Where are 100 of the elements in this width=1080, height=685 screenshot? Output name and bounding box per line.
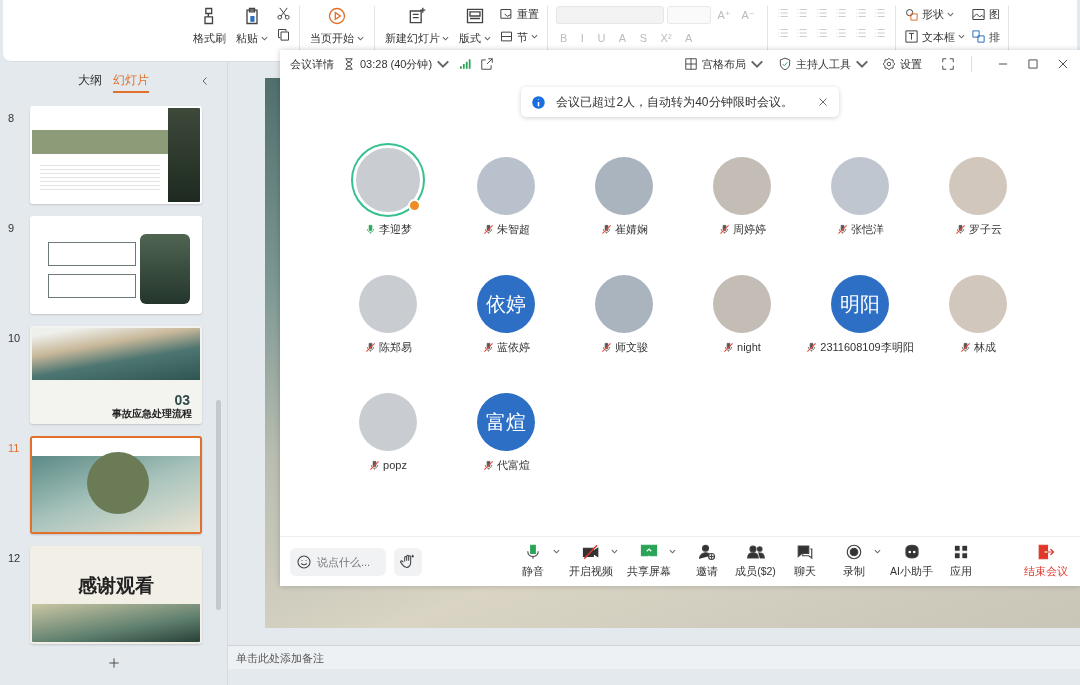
participant-name: 周婷婷 xyxy=(732,222,766,237)
participant-name: 2311608109李明阳 xyxy=(820,340,914,355)
slide-number: 11 xyxy=(8,441,21,456)
participant-name: popz xyxy=(383,458,407,473)
robot-icon xyxy=(902,543,921,562)
participant-name: 张恺洋 xyxy=(850,222,884,237)
raise-hand-button[interactable] xyxy=(394,547,422,576)
participant-name: 林成 xyxy=(974,340,996,355)
toolbar-button[interactable]: AI小助手 xyxy=(887,543,936,580)
slide-number: 9 xyxy=(8,221,16,236)
toolbar-button[interactable]: 新建幻灯片 xyxy=(382,6,452,47)
slide-thumbnail[interactable]: 03 事故应急处理流程 xyxy=(30,326,202,424)
slide-number: 12 xyxy=(8,551,22,566)
toolbar-button[interactable]: 形状 xyxy=(904,6,966,23)
scissors-icon xyxy=(275,6,291,21)
avatar: 依婷 xyxy=(477,275,535,333)
slide-thumbnail[interactable] xyxy=(30,106,202,204)
slide-thumbnail[interactable] xyxy=(30,436,202,534)
notes-field[interactable]: 单击此处添加备注 xyxy=(228,645,1080,669)
panel-tab[interactable]: 大纲 xyxy=(78,69,102,93)
section-icon xyxy=(499,29,514,45)
paragraph-format-icon xyxy=(834,6,849,20)
avatar: 明阳 xyxy=(831,275,889,333)
slide-thumbnail[interactable]: 感谢观看 xyxy=(30,546,202,644)
settings-icon xyxy=(882,57,896,71)
paragraph-format-icon xyxy=(795,26,810,40)
section-title: 事故应急处理流程 xyxy=(112,407,192,421)
toolbar-button[interactable]: 格式刷 xyxy=(191,6,228,47)
toolbar-button[interactable]: 当页开始 xyxy=(307,6,366,47)
toolbar-button[interactable]: 录制 xyxy=(829,543,878,580)
people-icon xyxy=(746,543,765,562)
layout-button[interactable]: 宫格布局 xyxy=(684,55,764,73)
shield-icon xyxy=(777,57,792,71)
toolbar-button[interactable]: 版式 xyxy=(457,6,493,47)
play-icon xyxy=(326,6,347,26)
toolbar-button[interactable]: 应用 xyxy=(936,543,985,580)
notification-text: 会议已超过2人，自动转为40分钟限时会议。 xyxy=(556,94,793,111)
paragraph-format-icon xyxy=(873,6,888,20)
add-person-icon xyxy=(697,543,716,562)
participant-name: 罗子云 xyxy=(968,222,1002,237)
slide-number: 8 xyxy=(8,111,16,126)
paragraph-format-icon xyxy=(795,6,810,20)
text-box-icon xyxy=(904,29,920,45)
external-link-icon xyxy=(480,57,495,71)
host-tools-button[interactable]: 主持人工具 xyxy=(777,55,869,73)
layout-icon xyxy=(465,6,486,26)
signal-icon xyxy=(458,57,473,71)
toolbar-button[interactable]: 结束会议 xyxy=(1021,543,1070,580)
shapes-icon xyxy=(904,6,920,22)
info-icon xyxy=(531,94,547,110)
close-icon[interactable] xyxy=(816,96,829,108)
avatar: 富煊 xyxy=(477,393,535,451)
toolbar-button[interactable]: 成员($2) xyxy=(731,543,780,580)
toolbar-button[interactable]: 文本框 xyxy=(904,28,966,45)
slide-number: 10 xyxy=(8,331,22,346)
record-icon xyxy=(844,543,863,562)
hand-icon xyxy=(400,553,416,570)
close-icon[interactable] xyxy=(1056,57,1070,71)
section-number: 03 xyxy=(174,393,190,407)
toolbar-button[interactable]: 节 xyxy=(499,28,539,45)
settings-button[interactable]: 设置 xyxy=(882,55,922,73)
reset-icon xyxy=(499,6,514,22)
toolbar-button[interactable] xyxy=(275,27,291,42)
chat-input[interactable]: 说点什么... xyxy=(290,547,386,576)
participant-name: 师文骏 xyxy=(614,340,648,355)
toolbar-button[interactable] xyxy=(275,6,291,21)
apps-grid-icon xyxy=(951,543,970,562)
paragraph-format-icon xyxy=(775,26,790,40)
image-icon xyxy=(971,6,987,22)
toolbar-button[interactable]: 开启视频 xyxy=(566,543,615,580)
paragraph-format-icon xyxy=(834,26,849,40)
fullscreen-icon xyxy=(941,57,955,71)
toolbar-button[interactable]: 邀请 xyxy=(682,543,731,580)
participant-name: 崔婧娴 xyxy=(614,222,648,237)
toolbar-button[interactable]: 粘贴 xyxy=(234,6,270,47)
toolbar-button[interactable]: 重置 xyxy=(499,6,539,23)
slide-title: 感谢观看 xyxy=(77,574,155,598)
toolbar-button[interactable]: 共享屏幕 xyxy=(624,543,673,580)
participant-name: 陈郑易 xyxy=(378,340,412,355)
toolbar-button[interactable]: 聊天 xyxy=(780,543,829,580)
slide-thumbnail[interactable] xyxy=(30,216,202,314)
toolbar-button[interactable]: 排 xyxy=(971,28,1001,45)
camera-off-icon xyxy=(581,543,600,562)
copy-icon xyxy=(275,27,291,42)
grid-icon xyxy=(684,57,698,71)
photo-placeholder xyxy=(140,234,190,304)
toolbar-button[interactable]: 图 xyxy=(971,6,1001,23)
participant-name: 代富煊 xyxy=(496,458,530,473)
toolbar-button[interactable]: 静音 xyxy=(508,543,557,580)
paragraph-format-icon xyxy=(853,26,868,40)
scrollbar[interactable] xyxy=(216,400,221,610)
exit-icon xyxy=(1036,543,1055,562)
meeting-details-link[interactable]: 会议详情 xyxy=(290,55,334,73)
paragraph-format-icon xyxy=(814,26,829,40)
maximize-icon[interactable] xyxy=(1026,57,1040,71)
timer-button[interactable]: 03:28 (40分钟) xyxy=(342,55,451,73)
paragraph-format-icon xyxy=(873,26,888,40)
participant-name: 朱智超 xyxy=(496,222,530,237)
paragraph-format-icon xyxy=(853,6,868,20)
paragraph-format-icon xyxy=(814,6,829,20)
